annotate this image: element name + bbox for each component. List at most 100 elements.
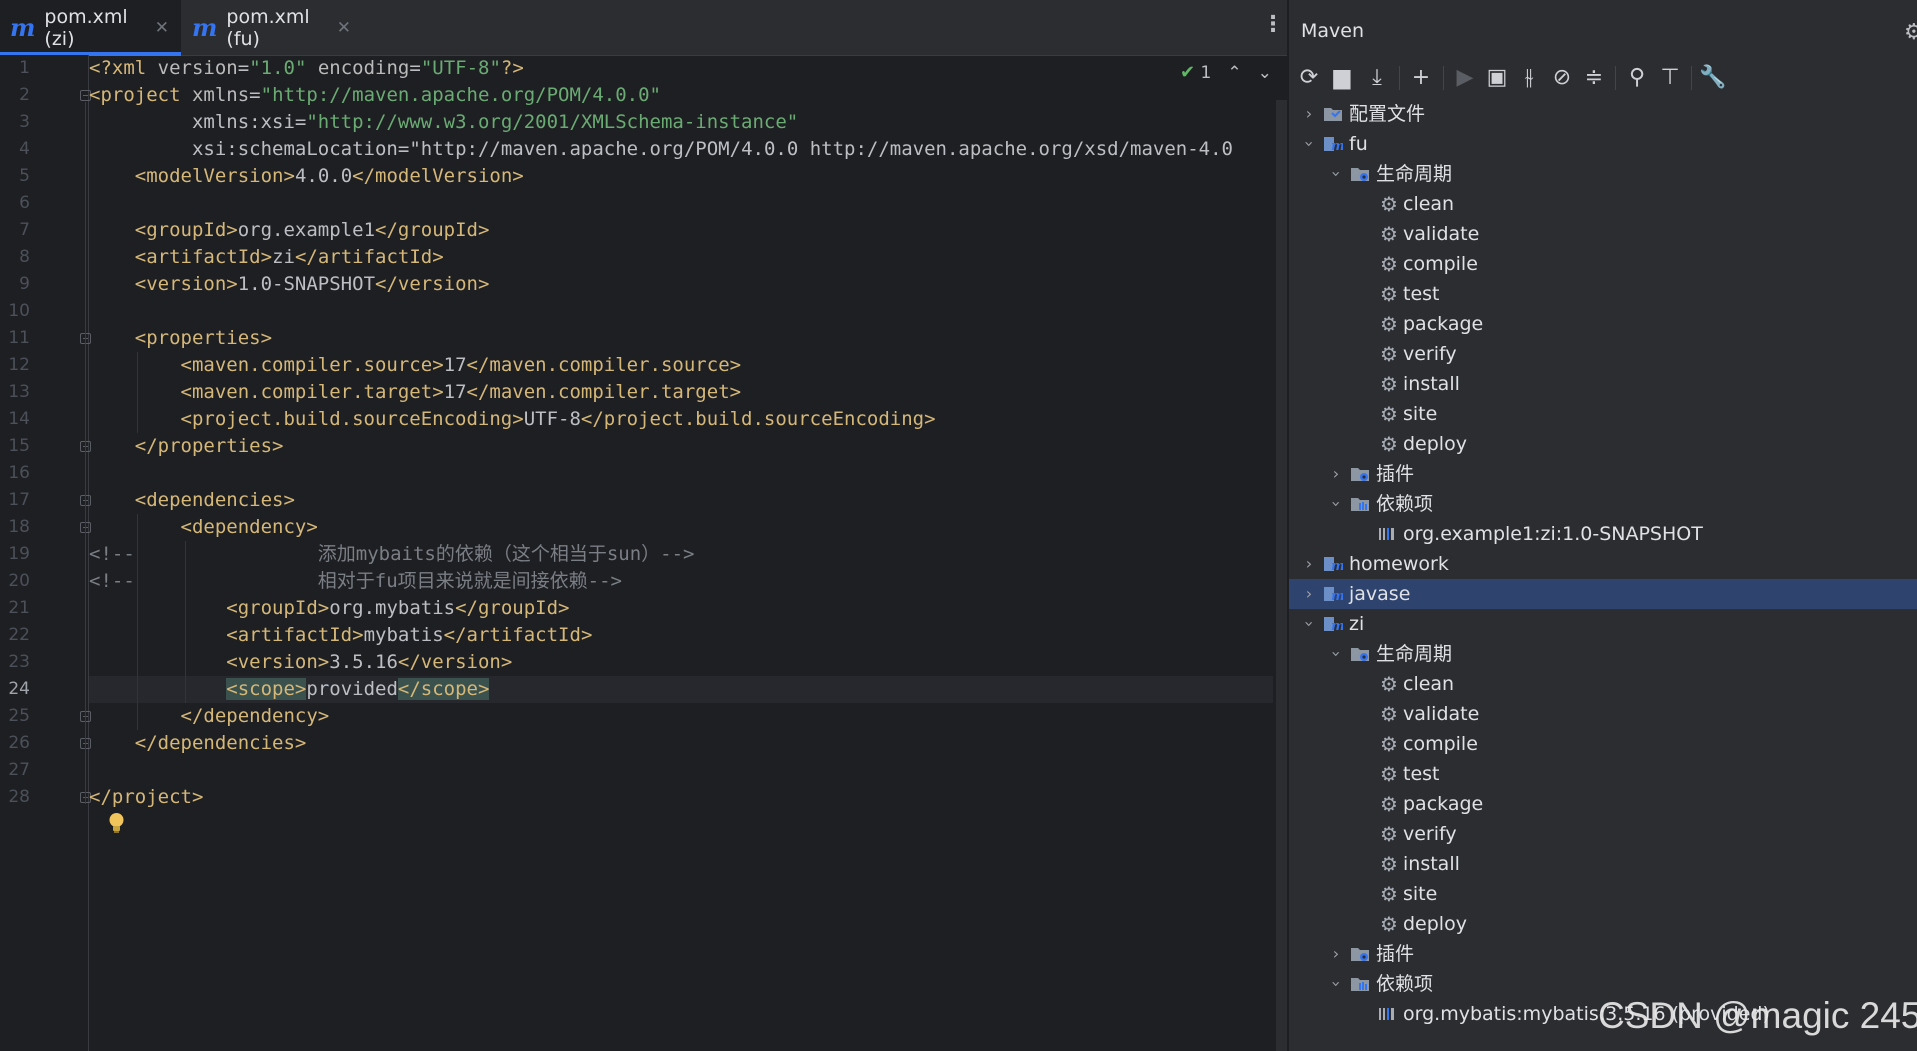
tree-node-dependency[interactable]: org.example1:zi:1.0-SNAPSHOT bbox=[1289, 519, 1917, 549]
tree-node-module-javase[interactable]: › mjavase bbox=[1289, 579, 1917, 609]
tree-node-phase-deploy[interactable]: ⚙ deploy bbox=[1289, 429, 1917, 459]
gear-icon: ⚙ bbox=[1380, 372, 1398, 396]
execute-goal-icon[interactable]: ▣ bbox=[1482, 62, 1512, 92]
tab-pom-fu[interactable]: m pom.xml (fu) ✕ bbox=[182, 0, 363, 55]
next-highlight-icon[interactable]: ⌄ bbox=[1258, 63, 1272, 83]
wrench-icon[interactable]: 🔧 bbox=[1698, 62, 1728, 92]
code-line[interactable]: </properties> bbox=[89, 433, 284, 460]
tree-node-phase-validate[interactable]: ⚙ validate bbox=[1289, 219, 1917, 249]
tree-node-phase-site[interactable]: ⚙ site bbox=[1289, 879, 1917, 909]
tree-node-module-fu[interactable]: › mfu bbox=[1289, 129, 1917, 159]
tree-node-phase-verify[interactable]: ⚙ verify bbox=[1289, 339, 1917, 369]
chevron-right-icon[interactable]: › bbox=[1301, 99, 1317, 129]
gear-icon[interactable]: ⚙ bbox=[1904, 20, 1917, 45]
code-line[interactable]: </project> bbox=[89, 784, 203, 811]
code-line[interactable]: <version>3.5.16</version> bbox=[89, 649, 512, 676]
lightbulb-icon[interactable] bbox=[108, 812, 125, 834]
chevron-down-icon[interactable]: › bbox=[1321, 166, 1351, 182]
tree-node-phase-compile[interactable]: ⚙ compile bbox=[1289, 729, 1917, 759]
inspection-widget[interactable]: ✔ 1 ⌃ ⌄ bbox=[1180, 62, 1272, 83]
tree-node-phase-test[interactable]: ⚙ test bbox=[1289, 759, 1917, 789]
code-line[interactable]: <dependency> bbox=[89, 514, 318, 541]
skip-tests-icon[interactable]: ⊘ bbox=[1547, 62, 1577, 92]
tree-node-phase-test[interactable]: ⚙ test bbox=[1289, 279, 1917, 309]
reload-icon[interactable]: ⟳ bbox=[1294, 62, 1324, 92]
code-line[interactable]: </dependencies> bbox=[89, 730, 307, 757]
show-dependencies-icon[interactable]: ⚲ bbox=[1622, 62, 1652, 92]
tree-node-phase-site[interactable]: ⚙ site bbox=[1289, 399, 1917, 429]
code-line[interactable]: <!-- 相对于fu项目来说就是间接依赖--> bbox=[89, 568, 622, 595]
tree-node-phase-install[interactable]: ⚙ install bbox=[1289, 369, 1917, 399]
tree-node-phase-install[interactable]: ⚙ install bbox=[1289, 849, 1917, 879]
generate-sources-icon[interactable]: ▆ bbox=[1327, 62, 1357, 92]
code-line[interactable]: <!-- 添加mybaits的依赖（这个相当于sun）--> bbox=[89, 541, 695, 568]
code-line[interactable]: <properties> bbox=[89, 325, 272, 352]
close-icon[interactable]: ✕ bbox=[337, 18, 351, 38]
gear-icon: ⚙ bbox=[1380, 222, 1398, 246]
chevron-down-icon[interactable]: › bbox=[1321, 976, 1351, 992]
editor-scrollbar[interactable] bbox=[1276, 100, 1287, 1051]
chevron-down-icon[interactable]: › bbox=[1294, 136, 1324, 152]
tree-node-profiles[interactable]: › 配置文件 bbox=[1289, 99, 1917, 129]
tab-pom-zi[interactable]: m pom.xml (zi) ✕ bbox=[0, 0, 181, 56]
tree-node-phase-package[interactable]: ⚙ package bbox=[1289, 309, 1917, 339]
tree-node-module-zi[interactable]: › mzi bbox=[1289, 609, 1917, 639]
tree-node-phase-compile[interactable]: ⚙ compile bbox=[1289, 249, 1917, 279]
code-line[interactable]: <artifactId>zi</artifactId> bbox=[89, 244, 444, 271]
chevron-right-icon[interactable]: › bbox=[1301, 549, 1317, 579]
tree-node-lifecycle[interactable]: › 生命周期 bbox=[1289, 639, 1917, 669]
code-line[interactable]: <scope>provided</scope> bbox=[89, 676, 490, 703]
code-line[interactable]: <project xmlns="http://maven.apache.org/… bbox=[89, 82, 661, 109]
tree-node-module-homework[interactable]: › m homework bbox=[1289, 549, 1917, 579]
code-line[interactable]: xmlns:xsi="http://www.w3.org/2001/XMLSch… bbox=[89, 109, 798, 136]
code-line[interactable]: <modelVersion>4.0.0</modelVersion> bbox=[89, 163, 524, 190]
toolbar-separator bbox=[1615, 66, 1616, 90]
code-line[interactable]: <groupId>org.example1</groupId> bbox=[89, 217, 490, 244]
code-line[interactable]: <maven.compiler.source>17</maven.compile… bbox=[89, 352, 742, 379]
code-line[interactable]: xsi:schemaLocation="http://maven.apache.… bbox=[89, 136, 1233, 163]
tree-node-phase-deploy[interactable]: ⚙ deploy bbox=[1289, 909, 1917, 939]
download-icon[interactable]: ⤓ bbox=[1362, 62, 1392, 92]
code-line[interactable]: <maven.compiler.target>17</maven.compile… bbox=[89, 379, 742, 406]
code-line[interactable]: </dependency> bbox=[89, 703, 330, 730]
more-options-icon[interactable]: ⋮ bbox=[1262, 14, 1284, 36]
chevron-down-icon[interactable]: › bbox=[1321, 646, 1351, 662]
code-line[interactable]: <version>1.0-SNAPSHOT</version> bbox=[89, 271, 490, 298]
tree-node-label: zi bbox=[1349, 613, 1365, 635]
chevron-down-icon[interactable]: › bbox=[1321, 496, 1351, 512]
add-icon[interactable]: + bbox=[1406, 62, 1436, 92]
tree-node-plugins[interactable]: › 插件 bbox=[1289, 939, 1917, 969]
line-number: 20 bbox=[8, 571, 30, 591]
run-icon[interactable]: ▶ bbox=[1450, 62, 1480, 92]
inspection-status[interactable]: ✔ 1 bbox=[1180, 62, 1211, 83]
code-line[interactable]: <artifactId>mybatis</artifactId> bbox=[89, 622, 592, 649]
code-line[interactable]: <groupId>org.mybatis</groupId> bbox=[89, 595, 569, 622]
tree-node-phase-validate[interactable]: ⚙ validate bbox=[1289, 699, 1917, 729]
maven-project-tree[interactable]: ›配置文件›mfu›生命周期⚙clean⚙validate⚙compile⚙te… bbox=[1289, 99, 1917, 1051]
toggle-offline-icon[interactable]: ⫳ bbox=[1514, 62, 1544, 92]
expand-icon[interactable]: ⊤ bbox=[1655, 62, 1685, 92]
collapse-all-icon[interactable]: ≑ bbox=[1579, 62, 1609, 92]
chevron-right-icon[interactable]: › bbox=[1301, 579, 1317, 609]
code-line[interactable]: <project.build.sourceEncoding>UTF-8</pro… bbox=[89, 406, 936, 433]
tree-node-phase-clean[interactable]: ⚙ clean bbox=[1289, 189, 1917, 219]
previous-highlight-icon[interactable]: ⌃ bbox=[1227, 63, 1241, 83]
code-line[interactable]: <dependencies> bbox=[89, 487, 295, 514]
code-line[interactable]: <?xml version="1.0" encoding="UTF-8"?> bbox=[89, 55, 524, 82]
chevron-down-icon[interactable]: › bbox=[1294, 616, 1324, 632]
code-area[interactable]: <?xml version="1.0" encoding="UTF-8"?> <p… bbox=[89, 55, 1273, 1051]
svg-text:m: m bbox=[1331, 619, 1343, 634]
tree-node-lifecycle[interactable]: › 生命周期 bbox=[1289, 159, 1917, 189]
line-number: 26 bbox=[8, 733, 30, 753]
tree-node-phase-package[interactable]: ⚙ package bbox=[1289, 789, 1917, 819]
line-number: 5 bbox=[19, 166, 30, 186]
tree-node-dependencies[interactable]: › 依赖项 bbox=[1289, 489, 1917, 519]
tree-node-phase-verify[interactable]: ⚙ verify bbox=[1289, 819, 1917, 849]
chevron-right-icon[interactable]: › bbox=[1328, 939, 1344, 969]
close-icon[interactable]: ✕ bbox=[155, 18, 169, 38]
gear-icon: ⚙ bbox=[1380, 402, 1398, 426]
toolbar-separator bbox=[1399, 66, 1400, 90]
tree-node-plugins[interactable]: › 插件 bbox=[1289, 459, 1917, 489]
chevron-right-icon[interactable]: › bbox=[1328, 459, 1344, 489]
tree-node-phase-clean[interactable]: ⚙ clean bbox=[1289, 669, 1917, 699]
